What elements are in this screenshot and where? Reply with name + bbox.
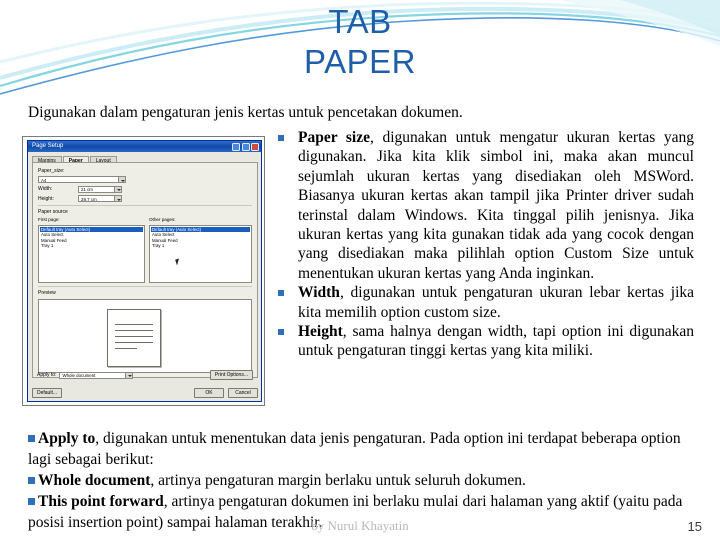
bottom-term: Apply to — [38, 430, 96, 447]
bullet-text: , digunakan untuk pengaturan ukuran leba… — [298, 284, 694, 321]
maximize-icon[interactable] — [241, 142, 250, 151]
paper-source-group-label: Paper source — [38, 209, 68, 215]
paper-source-panes: Default tray (Auto Select) Auto Select M… — [38, 224, 252, 283]
list-item: Width, digunakan untuk pengaturan ukuran… — [274, 283, 694, 322]
paper-size-value: A4 — [41, 177, 47, 183]
bullet-term: Paper size — [298, 129, 371, 146]
list-item: Apply to, digunakan untuk menentukan dat… — [28, 428, 692, 470]
bullet-term: Height — [298, 323, 343, 341]
square-bullet-icon — [278, 135, 284, 141]
apply-to-value: Whole document — [62, 373, 96, 378]
other-pages-source-list[interactable]: Default tray (Auto Select) Auto Select M… — [148, 224, 252, 283]
width-input[interactable]: 21 cm — [78, 185, 122, 193]
ok-button[interactable]: OK — [194, 388, 224, 398]
chevron-down-icon[interactable] — [125, 372, 133, 378]
dialog-footer: Default... OK Cancel — [32, 388, 258, 398]
list-item: Height, sama halnya dengan width, tapi o… — [274, 322, 694, 361]
bottom-term: This point forward — [38, 493, 164, 510]
preview-group-label: Preview — [38, 289, 56, 296]
spinner-icon[interactable] — [114, 186, 121, 192]
width-value: 21 cm — [81, 187, 93, 192]
square-bullet-icon — [28, 498, 35, 505]
height-label: Height: — [38, 195, 54, 202]
preview-pane — [38, 298, 252, 373]
height-row: Height: 29.7 cm — [38, 195, 252, 202]
square-bullet-icon — [278, 329, 284, 336]
slide-title-line1: TAB — [328, 3, 392, 40]
default-button[interactable]: Default... — [32, 388, 63, 398]
page-number: 15 — [687, 519, 702, 534]
height-input[interactable]: 29.7 cm — [78, 195, 122, 202]
bullet-term: Width — [298, 284, 340, 302]
bottom-text: , artinya pengaturan margin berlaku untu… — [150, 472, 526, 489]
bullet-text: , sama halnya dengan width, tapi option … — [298, 323, 694, 360]
slide-title: TAB PAPER — [0, 2, 720, 82]
divider — [38, 205, 252, 206]
window-controls — [232, 142, 259, 151]
spinner-icon[interactable] — [114, 196, 121, 201]
bullet-text: , digunakan untuk mengatur ukuran kertas… — [298, 129, 694, 282]
dialog-titlebar: Page Setup — [28, 141, 261, 152]
apply-to-select[interactable]: Whole document — [59, 371, 134, 379]
source-labels-row: First page: Other pages: — [38, 217, 252, 222]
page-preview-thumbnail — [107, 308, 161, 367]
apply-to-label: Apply to: — [37, 372, 57, 378]
intro-text: Digunakan dalam pengaturan jenis kertas … — [28, 104, 463, 121]
footer-credit: by Nurul Khayatin — [311, 518, 409, 533]
square-bullet-icon — [278, 290, 284, 297]
print-options-button[interactable]: Print Options... — [209, 370, 253, 380]
chevron-down-icon[interactable] — [118, 177, 125, 182]
close-icon[interactable] — [251, 142, 259, 151]
slide-title-line2: PAPER — [304, 43, 416, 80]
bullet-list: Paper size, digunakan untuk mengatur uku… — [274, 128, 694, 361]
other-pages-label: Other pages: — [148, 217, 176, 222]
dialog-body: Paper_size: A4 Width: 21 cm Height: 29.7… — [32, 162, 258, 378]
width-label: Width: — [38, 186, 53, 192]
paper-size-group-label: Paper_size: — [38, 168, 65, 174]
paper-size-row: A4 — [38, 176, 252, 183]
paper-size-select[interactable]: A4 — [38, 176, 126, 183]
divider — [38, 285, 252, 287]
first-page-label: First page: — [38, 217, 60, 222]
list-item: Paper size, digunakan untuk mengatur uku… — [274, 128, 694, 283]
list-item[interactable]: Tray 1 — [151, 243, 250, 249]
list-item: Whole document, artinya pengaturan margi… — [28, 470, 692, 491]
bottom-text: , digunakan untuk menentukan data jenis … — [28, 430, 681, 468]
height-value: 29.7 cm — [81, 196, 97, 202]
first-page-source-list[interactable]: Default tray (Auto Select) Auto Select M… — [38, 224, 145, 283]
minimize-icon[interactable] — [232, 142, 240, 151]
list-item[interactable]: Tray 1 — [40, 243, 143, 249]
square-bullet-icon — [28, 435, 35, 442]
cancel-button[interactable]: Cancel — [228, 388, 258, 398]
square-bullet-icon — [28, 477, 35, 484]
apply-to-row: Apply to: Whole document Print Options..… — [37, 370, 253, 380]
width-row: Width: 21 cm — [38, 185, 252, 193]
page-setup-screenshot: Page Setup Margins Paper Layout Paper_si… — [22, 136, 265, 406]
bottom-term: Whole document — [38, 472, 151, 489]
dialog-title-text: Page Setup — [32, 143, 64, 149]
page-setup-dialog: Page Setup Margins Paper Layout Paper_si… — [27, 140, 262, 402]
